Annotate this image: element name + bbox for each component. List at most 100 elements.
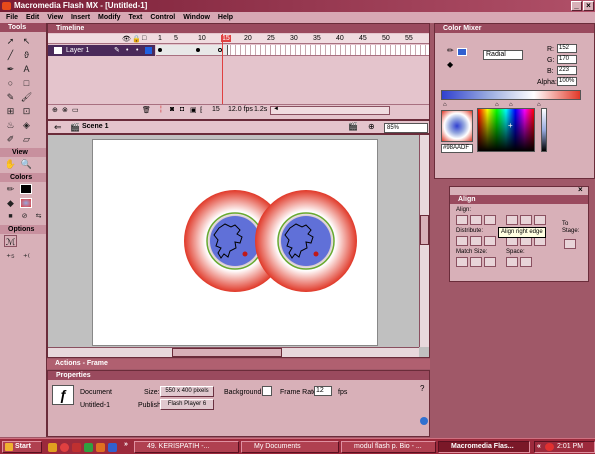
lasso-tool-icon[interactable]: ϑ bbox=[20, 49, 33, 61]
straighten-icon[interactable]: ⁺⁽ bbox=[20, 251, 33, 263]
taskbar-item[interactable]: My Documents bbox=[241, 441, 339, 453]
properties-header[interactable]: Properties bbox=[48, 371, 429, 380]
keyframe-span[interactable] bbox=[156, 45, 228, 55]
b-input[interactable]: 223 bbox=[557, 66, 577, 75]
outline-icon[interactable]: □ bbox=[142, 35, 146, 42]
edit-scene-icon[interactable]: 🎬 bbox=[348, 121, 358, 133]
start-button[interactable]: Start bbox=[2, 441, 42, 453]
pen-tool-icon[interactable]: ✒ bbox=[4, 63, 17, 75]
scroll-left-icon[interactable]: ◄ bbox=[273, 106, 279, 112]
align-close-icon[interactable]: × bbox=[578, 185, 583, 194]
layer-lock-dot[interactable]: • bbox=[136, 45, 138, 56]
edit-symbol-icon[interactable]: ⊕ bbox=[368, 121, 375, 133]
match-width-icon[interactable] bbox=[456, 257, 468, 267]
stroke-color-icon[interactable]: ✏ bbox=[4, 183, 17, 195]
hscroll-thumb[interactable] bbox=[172, 348, 282, 357]
timeline-hscroll[interactable]: ◄ bbox=[270, 106, 390, 115]
fill-color-icon[interactable]: ◆ bbox=[4, 197, 17, 209]
layer-row[interactable]: Layer 1 ✎ • • bbox=[48, 45, 155, 56]
minimize-button[interactable]: _ bbox=[571, 1, 582, 11]
menu-help[interactable]: Help bbox=[218, 14, 233, 21]
eyedropper-tool-icon[interactable]: ✐ bbox=[4, 133, 17, 145]
stroke-color-swatch[interactable] bbox=[20, 184, 32, 194]
align-horizontal-center-icon[interactable] bbox=[470, 215, 482, 225]
gradient-pointer-icon[interactable]: ⌂ bbox=[443, 102, 447, 108]
quick-launch-icon[interactable] bbox=[108, 443, 117, 452]
free-transform-tool-icon[interactable]: ⊞ bbox=[4, 105, 17, 117]
zoom-tool-icon[interactable]: 🔍 bbox=[20, 158, 33, 170]
fill-color-swatch[interactable] bbox=[20, 198, 32, 208]
timeline-header[interactable]: Timeline bbox=[48, 24, 429, 33]
quick-launch-icon[interactable] bbox=[48, 443, 57, 452]
expand-icon[interactable] bbox=[420, 417, 428, 425]
stage-canvas[interactable] bbox=[92, 139, 378, 346]
edit-multiple-icon[interactable]: ▣ bbox=[190, 106, 197, 114]
g-input[interactable]: 170 bbox=[557, 55, 577, 64]
align-header[interactable]: Align bbox=[450, 195, 588, 204]
hex-input[interactable]: #98AADF bbox=[441, 144, 473, 153]
tray-icon[interactable] bbox=[545, 443, 554, 451]
snap-magnet-icon[interactable]: ℳ bbox=[4, 235, 17, 247]
distribute-vcenter-icon[interactable] bbox=[470, 236, 482, 246]
more-icon[interactable]: » bbox=[124, 441, 128, 448]
menu-modify[interactable]: Modify bbox=[98, 14, 121, 21]
distribute-top-icon[interactable] bbox=[456, 236, 468, 246]
eye-icon[interactable]: 👁 bbox=[122, 35, 131, 43]
line-tool-icon[interactable]: ╱ bbox=[4, 49, 17, 61]
default-colors-icon[interactable]: ■ bbox=[4, 211, 17, 223]
add-guide-icon[interactable]: ⊗ bbox=[62, 106, 68, 114]
color-mixer-header[interactable]: Color Mixer bbox=[435, 24, 594, 33]
zoom-select[interactable]: 85% bbox=[384, 123, 428, 133]
vscroll-thumb[interactable] bbox=[420, 215, 429, 245]
align-vertical-center-icon[interactable] bbox=[520, 215, 532, 225]
pencil-tool-icon[interactable]: ✎ bbox=[4, 91, 17, 103]
help-icon[interactable]: ? bbox=[420, 384, 424, 393]
layer-visible-dot[interactable]: • bbox=[126, 45, 128, 56]
stage-hscroll[interactable] bbox=[48, 347, 419, 357]
no-color-icon[interactable]: ⊘ bbox=[18, 211, 31, 223]
menu-insert[interactable]: Insert bbox=[71, 14, 90, 21]
menu-window[interactable]: Window bbox=[183, 14, 210, 21]
rectangle-tool-icon[interactable]: □ bbox=[20, 77, 33, 89]
tray-arrow-icon[interactable]: « bbox=[537, 442, 541, 452]
stroke-swatch[interactable] bbox=[457, 48, 467, 56]
frames-row[interactable] bbox=[156, 45, 429, 56]
brush-tool-icon[interactable]: 🖌 bbox=[20, 91, 33, 103]
ink-bottle-tool-icon[interactable]: ♨ bbox=[4, 119, 17, 131]
layer-outline-color[interactable] bbox=[145, 47, 152, 54]
space-vertical-icon[interactable] bbox=[506, 257, 518, 267]
to-stage-button[interactable] bbox=[564, 239, 576, 249]
taskbar-item-active[interactable]: Macromedia Flas... bbox=[438, 441, 530, 453]
circle-graphic-right[interactable] bbox=[255, 190, 357, 292]
taskbar-item[interactable]: modul flash p. Bio - ... bbox=[341, 441, 436, 453]
stage-vscroll[interactable] bbox=[419, 135, 429, 347]
onion-skin-icon[interactable]: ◙ bbox=[170, 106, 174, 113]
brightness-slider[interactable] bbox=[541, 108, 547, 152]
subselect-tool-icon[interactable]: ↖ bbox=[20, 35, 33, 47]
onion-outline-icon[interactable]: ◘ bbox=[180, 106, 184, 113]
match-both-icon[interactable] bbox=[484, 257, 496, 267]
delete-layer-icon[interactable]: 🗑 bbox=[142, 106, 151, 114]
smooth-icon[interactable]: ⁺⁵ bbox=[4, 251, 17, 263]
gradient-bar[interactable] bbox=[441, 90, 581, 100]
add-layer-icon[interactable]: ⊕ bbox=[52, 106, 58, 114]
menu-control[interactable]: Control bbox=[150, 14, 175, 21]
actions-panel-header[interactable]: Actions - Frame bbox=[47, 359, 430, 369]
quick-launch-icon[interactable] bbox=[72, 443, 81, 452]
align-bottom-edge-icon[interactable] bbox=[534, 215, 546, 225]
frame-rate-input[interactable]: 12 bbox=[314, 386, 332, 396]
close-button[interactable]: × bbox=[583, 1, 594, 11]
back-arrow-icon[interactable]: ⇐ bbox=[54, 121, 62, 133]
fill-bucket-icon[interactable]: ◆ bbox=[447, 60, 453, 69]
quick-launch-icon[interactable] bbox=[96, 443, 105, 452]
size-button[interactable]: 550 x 400 pixels bbox=[160, 386, 214, 397]
arrow-tool-icon[interactable]: ➚ bbox=[4, 35, 17, 47]
swap-colors-icon[interactable]: ⇆ bbox=[32, 211, 45, 223]
align-left-edge-icon[interactable] bbox=[456, 215, 468, 225]
center-frame-icon[interactable]: ¦ bbox=[160, 106, 162, 113]
menu-text[interactable]: Text bbox=[129, 14, 143, 21]
fill-transform-tool-icon[interactable]: ⊡ bbox=[20, 105, 33, 117]
menu-file[interactable]: File bbox=[6, 14, 18, 21]
alpha-input[interactable]: 100% bbox=[557, 77, 577, 86]
modify-onion-icon[interactable]: ⁅ bbox=[200, 106, 203, 114]
